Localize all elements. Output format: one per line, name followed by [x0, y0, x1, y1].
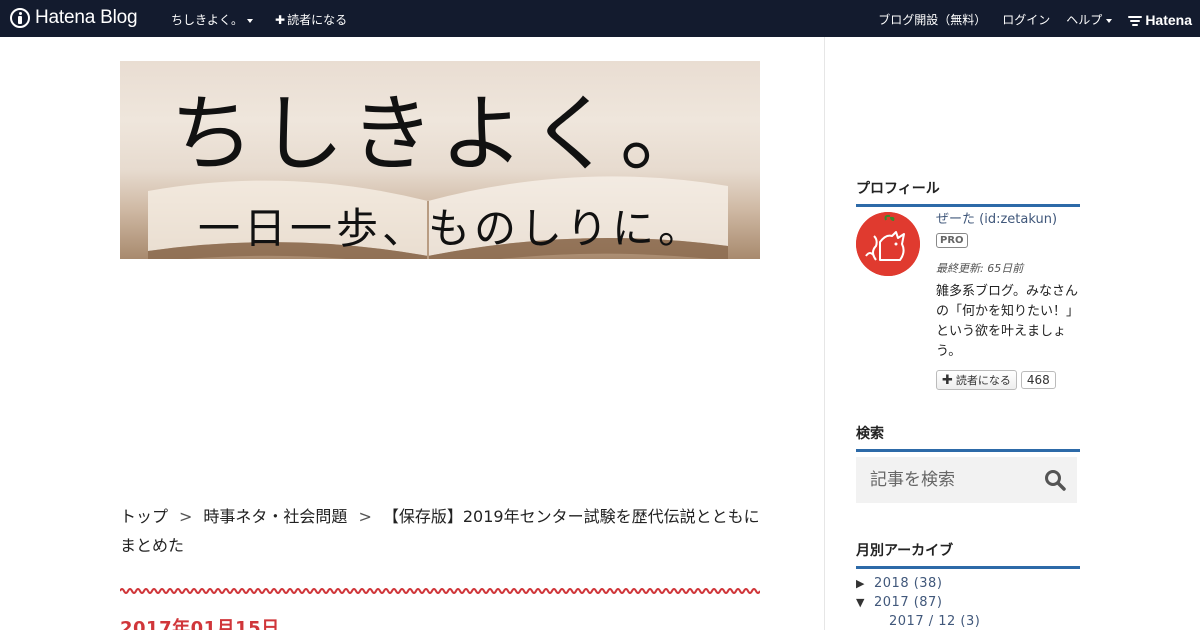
profile-module: プロフィール ぜーた (id:zetakun) PRO 最終更新: 65日前 雑…	[856, 178, 1080, 390]
plus-icon: ✚	[275, 13, 286, 27]
wavy-divider	[120, 588, 760, 594]
chevron-down-icon	[1106, 18, 1113, 23]
post-date[interactable]: 2017年01月15日	[120, 614, 280, 630]
blog-header-image[interactable]: ちしきよく。 一日一歩、ものしりに。	[120, 61, 760, 259]
breadcrumb: トップ > 時事ネタ・社会問題 > 【保存版】2019年センター試験を歴代伝説とともにま…	[120, 502, 760, 560]
profile-name-link[interactable]: ぜーた (id:zetakun)	[936, 212, 1080, 228]
hatena-icon	[1128, 15, 1143, 26]
subscribe-row: ✚ 読者になる 468	[936, 370, 1080, 390]
fox-avatar-icon	[856, 212, 920, 276]
profile-description: 雑多系ブログ。みなさんの「何かを知りたい！」という欲を叶えましょう。	[936, 284, 1080, 359]
search-icon[interactable]	[1043, 468, 1067, 492]
hatena-logo[interactable]: Hatena	[1128, 12, 1192, 28]
archive-module: 月別アーカイブ ▶ 2018 (38) ▼ 2017 (87) 2017 / 12 …	[856, 540, 1080, 629]
archive-label: 2017 (87)	[874, 595, 943, 610]
profile-title: プロフィール	[856, 178, 1080, 207]
logo-text: Hatena Blog	[35, 7, 138, 28]
search-input[interactable]	[856, 457, 1036, 503]
search-title: 検索	[856, 423, 1080, 452]
blog-title: ちしきよく。	[170, 85, 711, 183]
avatar[interactable]	[856, 212, 920, 276]
plus-icon: ✚	[942, 372, 953, 388]
archive-list: ▶ 2018 (38) ▼ 2017 (87) 2017 / 12 (3)	[856, 574, 1080, 630]
global-header: Hatena Blog ちしきよく。 ✚ 読者になる ブログ開設（無料） ログイン…	[0, 0, 1200, 37]
blog-menu-label: ちしきよく。	[171, 13, 244, 27]
archive-item-2018[interactable]: ▶ 2018 (38)	[856, 574, 1080, 593]
collapse-triangle-icon[interactable]: ▼	[856, 593, 874, 612]
help-menu[interactable]: ヘルプ	[1066, 11, 1113, 28]
column-divider	[824, 37, 825, 630]
breadcrumb-top-link[interactable]: トップ	[120, 507, 168, 526]
blog-menu-dropdown[interactable]: ちしきよく。	[171, 11, 254, 28]
hatena-blog-logo[interactable]: Hatena Blog	[10, 7, 138, 29]
archive-label: 2018 (38)	[874, 576, 943, 591]
pro-badge[interactable]: PRO	[936, 233, 968, 248]
archive-item-2017-12[interactable]: 2017 / 12 (3)	[856, 612, 1080, 630]
hatena-logo-text: Hatena	[1145, 11, 1192, 28]
hatena-blog-icon	[10, 8, 30, 28]
archive-title: 月別アーカイブ	[856, 540, 1080, 569]
search-form	[856, 457, 1077, 503]
archive-item-2017[interactable]: ▼ 2017 (87)	[856, 593, 1080, 612]
last-updated: 最終更新: 65日前	[936, 262, 1024, 275]
archive-label: 2017 / 12 (3)	[889, 614, 981, 629]
profile-info: ぜーた (id:zetakun) PRO 最終更新: 65日前 雑多系ブログ。み…	[936, 212, 1080, 390]
help-label: ヘルプ	[1066, 13, 1103, 27]
subscribe-label: 読者になる	[287, 13, 348, 27]
login-link[interactable]: ログイン	[1002, 11, 1050, 28]
subscribe-button[interactable]: ✚ 読者になる	[936, 370, 1017, 390]
breadcrumb-separator: >	[358, 507, 372, 526]
blog-tagline: 一日一歩、ものしりに。	[198, 204, 705, 253]
subscribe-link[interactable]: ✚ 読者になる	[275, 11, 347, 28]
global-nav: ブログ開設（無料） ログイン ヘルプ Hatena	[862, 11, 1192, 28]
breadcrumb-separator: >	[179, 507, 193, 526]
search-module: 検索	[856, 423, 1080, 503]
chevron-down-icon	[247, 18, 254, 23]
create-blog-link[interactable]: ブログ開設（無料）	[878, 11, 986, 28]
subscribe-button-label: 読者になる	[955, 374, 1011, 387]
subscriber-count[interactable]: 468	[1020, 371, 1056, 389]
expand-triangle-icon[interactable]: ▶	[856, 574, 874, 593]
breadcrumb-category-link[interactable]: 時事ネタ・社会問題	[203, 507, 347, 526]
